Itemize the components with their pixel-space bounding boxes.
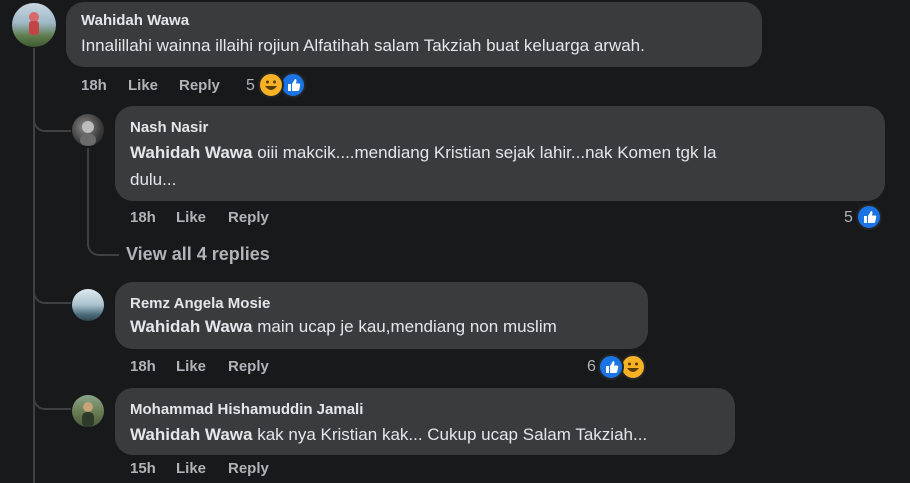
thread-connector [87, 234, 119, 256]
avatar-photo-icon [80, 121, 96, 146]
thread-connector [33, 280, 71, 304]
reply-author[interactable]: Mohammad Hishamuddin Jamali [130, 401, 363, 418]
reply-text: Wahidah Wawa main ucap je kau,mendiang n… [130, 313, 557, 340]
avatar[interactable] [72, 395, 104, 427]
reply-button[interactable]: Reply [228, 358, 269, 375]
reply-button[interactable]: Reply [228, 209, 269, 226]
comment-text: Innalillahi wainna illaihi rojiun Alfati… [81, 36, 645, 55]
reaction-count[interactable]: 6 [587, 358, 596, 376]
like-icon[interactable] [856, 204, 882, 230]
reply-button[interactable]: Reply [228, 460, 269, 477]
mention-link[interactable]: Wahidah Wawa [130, 317, 252, 336]
like-button[interactable]: Like [176, 358, 206, 375]
thread-connector [33, 386, 71, 410]
reply-author[interactable]: Remz Angela Mosie [130, 295, 270, 312]
reply-timestamp[interactable]: 18h [130, 358, 156, 375]
mention-link[interactable]: Wahidah Wawa [130, 425, 252, 444]
reply-text-line1: oiii makcik....mendiang Kristian sejak l… [257, 143, 717, 162]
avatar[interactable] [72, 289, 104, 321]
like-button[interactable]: Like [128, 77, 158, 94]
comment-author[interactable]: Wahidah Wawa [81, 12, 189, 29]
haha-icon[interactable] [258, 72, 284, 98]
reply-text-body: main ucap je kau,mendiang non muslim [257, 317, 557, 336]
avatar-photo-icon [82, 402, 94, 427]
reply-author[interactable]: Nash Nasir [130, 119, 208, 136]
reply-button[interactable]: Reply [179, 77, 220, 94]
avatar[interactable] [72, 114, 104, 146]
reply-timestamp[interactable]: 18h [130, 209, 156, 226]
thread-connector [33, 108, 71, 132]
avatar[interactable] [12, 3, 56, 47]
reaction-count[interactable]: 5 [844, 209, 853, 227]
like-button[interactable]: Like [176, 460, 206, 477]
like-button[interactable]: Like [176, 209, 206, 226]
like-icon[interactable] [598, 354, 624, 380]
mention-link[interactable]: Wahidah Wawa [130, 143, 252, 162]
reply-text-line2: dulu... [130, 170, 177, 189]
reply-text-body: kak nya Kristian kak... Cukup ucap Salam… [257, 425, 648, 444]
reply-text: Wahidah Wawa oiii makcik....mendiang Kri… [130, 139, 870, 193]
comment-timestamp[interactable]: 18h [81, 77, 107, 94]
thread-line-sub [87, 148, 89, 246]
reply-text: Wahidah Wawa kak nya Kristian kak... Cuk… [130, 421, 647, 448]
avatar-photo-icon [29, 12, 39, 35]
view-all-replies-link[interactable]: View all 4 replies [126, 244, 270, 265]
reaction-count[interactable]: 5 [246, 77, 255, 95]
reply-timestamp[interactable]: 15h [130, 460, 156, 477]
